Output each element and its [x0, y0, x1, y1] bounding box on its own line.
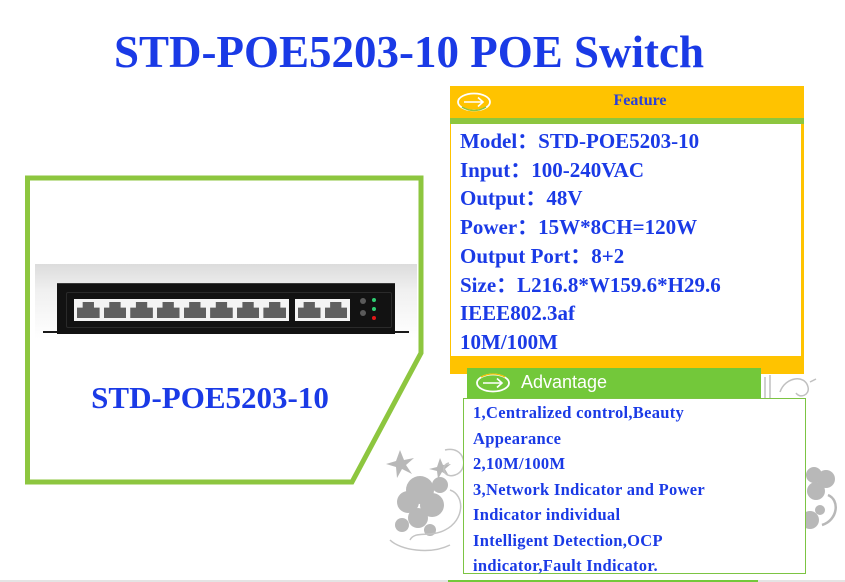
led-indicator-icon [372, 307, 376, 311]
spec-power: Power：15W*8CH=120W [460, 215, 698, 240]
spec-standard: IEEE802.3af [460, 301, 575, 326]
product-card: STD-POE5203-10 [25, 175, 424, 485]
ethernet-port-icon [210, 302, 233, 318]
led-indicator-icon [360, 298, 366, 304]
ethernet-port-icon [130, 302, 153, 318]
ethernet-port-icon [236, 302, 260, 318]
spec-output-port: Output Port：8+2 [460, 243, 625, 268]
spec-size: Size：L216.8*W159.6*H29.6 [460, 272, 721, 297]
arrow-circle-icon [476, 373, 510, 393]
ethernet-port-icon [263, 302, 286, 318]
led-indicator-icon [372, 316, 376, 320]
led-indicator-icon [360, 310, 366, 316]
advantage-title: Advantage [521, 372, 608, 392]
led-indicator-icon [372, 298, 376, 302]
spec-input: Input：100-240VAC [460, 157, 644, 182]
spec-speed: 10M/100M [460, 329, 558, 354]
advantage-line: Appearance [473, 428, 562, 448]
spec-output: Output：48V [460, 186, 583, 211]
floral-decoration-icon [801, 467, 837, 529]
feature-title: Feature [613, 92, 667, 109]
advantage-line: Indicator individual [473, 505, 621, 524]
product-model-label: STD-POE5203-10 [91, 380, 329, 415]
ethernet-port-icon [183, 302, 207, 318]
spec-model: Model：STD-POE5203-10 [460, 129, 700, 153]
ethernet-port-icon [103, 302, 127, 318]
poe-port-group [74, 299, 289, 321]
advantage-line: indicator,Fault Indicator. [473, 556, 658, 575]
advantage-list: 1,Centralized control,Beauty Appearance … [463, 398, 806, 575]
advantage-line: 3,Network Indicator and Power [473, 479, 706, 499]
feature-header: Feature [450, 86, 804, 118]
advantage-header: Advantage [467, 368, 761, 398]
ethernet-port-icon [298, 302, 321, 318]
page-title: STD-POE5203-10 POE Switch [113, 27, 705, 77]
ethernet-port-icon [77, 302, 100, 318]
switch-product-image [35, 264, 417, 339]
advantage-line: Intelligent Detection,OCP [473, 530, 663, 550]
ethernet-port-icon [324, 302, 347, 318]
switch-chassis [57, 283, 395, 334]
uplink-port-group [295, 299, 350, 321]
feature-spec-list: Model：STD-POE5203-10 Input：100-240VAC Ou… [450, 124, 802, 356]
ethernet-port-icon [156, 302, 180, 318]
advantage-line: 1,Centralized control,Beauty [473, 403, 685, 422]
feature-panel: Feature Model：STD-POE5203-10 Input：100-2… [450, 86, 804, 374]
advantage-line: 2,10M/100M [473, 454, 566, 473]
